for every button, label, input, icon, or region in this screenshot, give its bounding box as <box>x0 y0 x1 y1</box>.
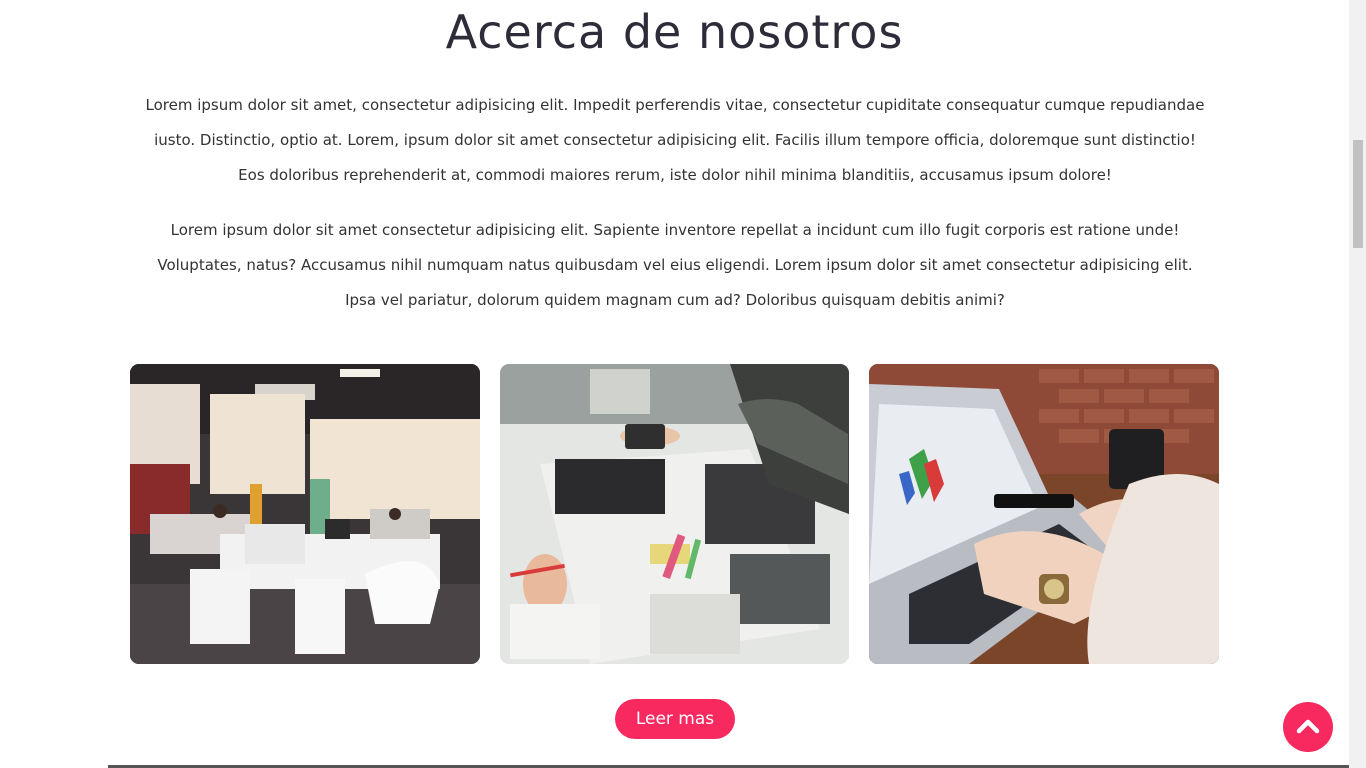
laptop-typing-photo <box>869 364 1219 664</box>
office-photo <box>130 364 480 664</box>
read-more-button[interactable]: Leer mas <box>615 699 735 739</box>
scroll-to-top-button[interactable] <box>1283 702 1333 752</box>
page-title: Acerca de nosotros <box>445 5 904 59</box>
scrollbar-thumb[interactable] <box>1353 140 1363 248</box>
chevron-up-icon <box>1296 719 1320 734</box>
collage-workspace-photo <box>500 364 849 664</box>
vertical-scrollbar[interactable] <box>1349 0 1366 768</box>
about-paragraph-1: Lorem ipsum dolor sit amet, consectetur … <box>145 96 1205 184</box>
page: Acerca de nosotros Lorem ipsum dolor sit… <box>0 0 1349 768</box>
about-paragraph-2: Lorem ipsum dolor sit amet consectetur a… <box>157 221 1193 309</box>
